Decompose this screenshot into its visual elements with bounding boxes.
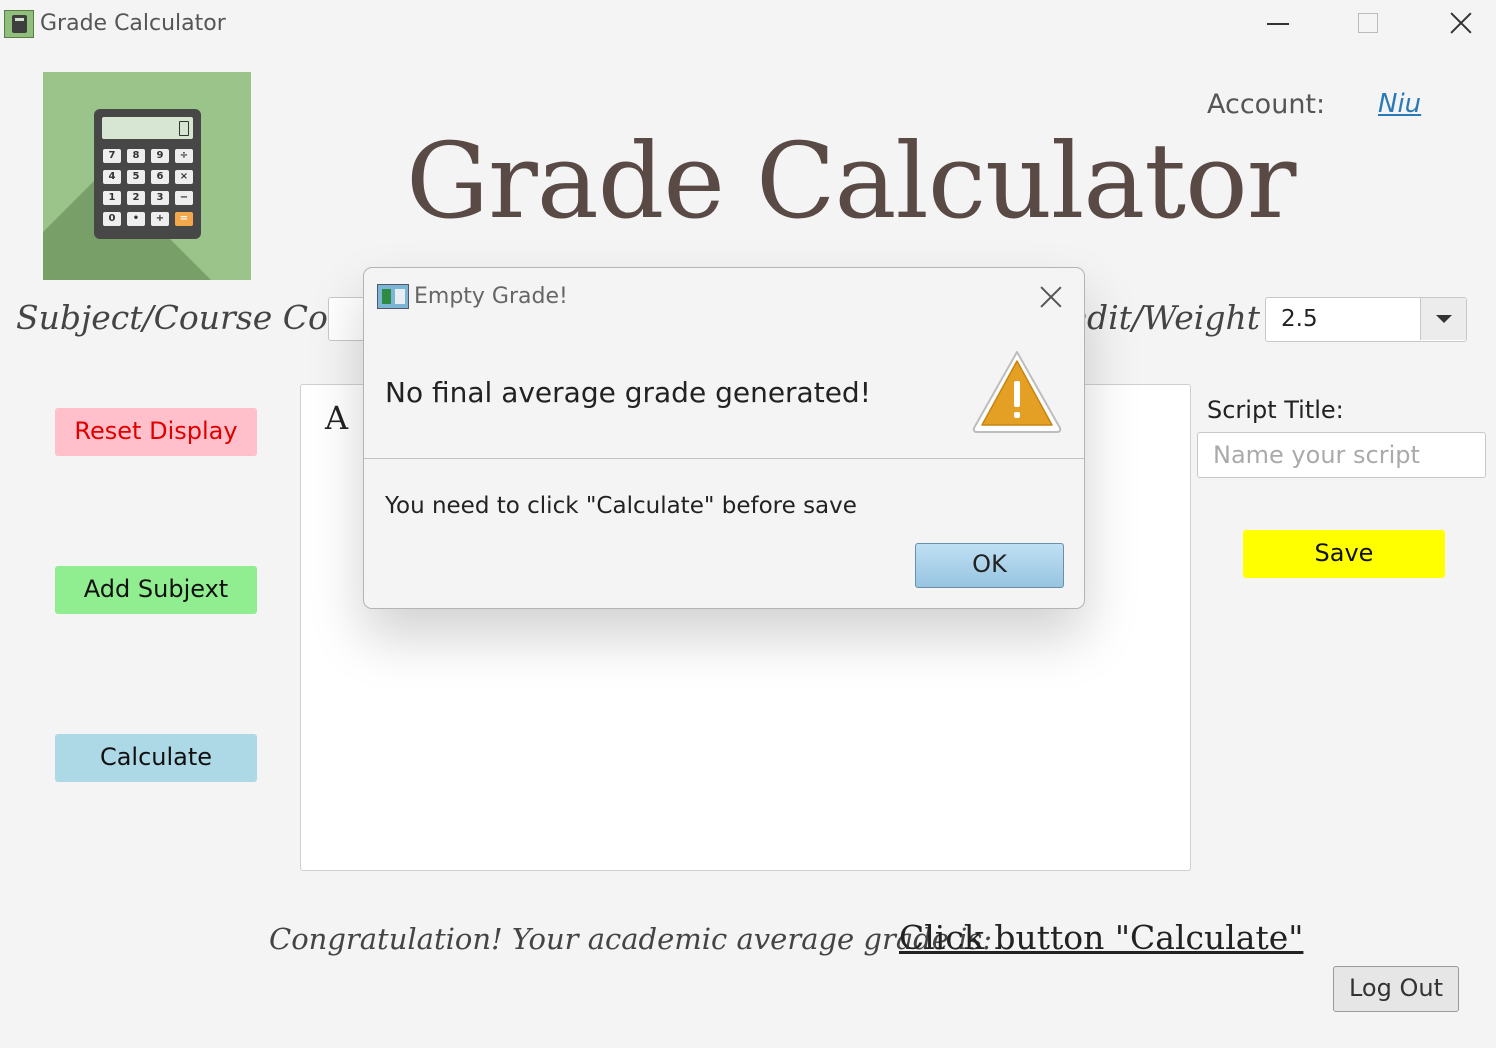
empty-grade-dialog: Empty Grade! No final average grade gene… <box>363 267 1085 609</box>
logout-button[interactable]: Log Out <box>1333 966 1459 1012</box>
window-title: Grade Calculator <box>40 11 226 36</box>
calculator-icon: 7 8 9 ÷ 4 5 6 × 1 2 3 − 0 • + = <box>94 109 201 239</box>
credit-weight-value: 2.5 <box>1281 306 1318 332</box>
congratulation-text: Congratulation! Your academic average gr… <box>269 922 993 956</box>
page-title: Grade Calculator <box>406 120 1296 242</box>
dialog-header-text: No final average grade generated! <box>385 376 871 409</box>
calculator-key: 4 <box>103 170 121 184</box>
calculator-keypad: 7 8 9 ÷ 4 5 6 × 1 2 3 − 0 • + = <box>103 149 193 226</box>
close-window-button[interactable] <box>1448 10 1474 36</box>
calculator-key: ÷ <box>175 149 193 163</box>
script-title-input[interactable] <box>1197 432 1486 478</box>
calculator-key: 2 <box>127 191 145 205</box>
calculator-key: − <box>175 191 193 205</box>
display-text: A <box>325 399 349 437</box>
ok-button[interactable]: OK <box>915 543 1064 588</box>
calculator-app-icon <box>4 10 34 38</box>
calculator-screen <box>102 117 193 139</box>
dialog-header: No final average grade generated! <box>364 326 1084 459</box>
window-titlebar: Grade Calculator <box>0 0 1496 50</box>
calculator-key: 5 <box>127 170 145 184</box>
dialog-message: You need to click "Calculate" before sav… <box>385 493 857 519</box>
calculator-key: 7 <box>103 149 121 163</box>
calculate-button[interactable]: Calculate <box>55 734 257 782</box>
account-label: Account: <box>1207 89 1326 120</box>
calculator-key: 3 <box>151 191 169 205</box>
calculator-key: = <box>175 212 193 226</box>
add-subject-button[interactable]: Add Subjext <box>55 566 257 614</box>
maximize-button[interactable] <box>1358 13 1378 33</box>
script-title-label: Script Title: <box>1207 396 1344 424</box>
subject-code-label: Subject/Course Code: <box>16 298 380 337</box>
average-grade-result: Click button "Calculate" <box>899 918 1304 957</box>
chevron-down-icon[interactable] <box>1420 298 1466 340</box>
calculator-key: + <box>151 212 169 226</box>
credit-weight-select[interactable]: 2.5 <box>1265 297 1467 342</box>
calculator-key: 6 <box>151 170 169 184</box>
account-user-link[interactable]: Niu <box>1378 89 1421 119</box>
warning-icon <box>972 351 1062 433</box>
calculator-key: 9 <box>151 149 169 163</box>
minimize-button[interactable] <box>1267 23 1289 25</box>
calculator-key: × <box>175 170 193 184</box>
reset-display-button[interactable]: Reset Display <box>55 408 257 456</box>
save-button[interactable]: Save <box>1243 530 1445 578</box>
calculator-key: 1 <box>103 191 121 205</box>
dialog-app-icon <box>377 284 409 309</box>
calculator-key: 0 <box>103 212 121 226</box>
calculator-logo: 7 8 9 ÷ 4 5 6 × 1 2 3 − 0 • + = <box>43 72 251 280</box>
dialog-close-button[interactable] <box>1038 284 1064 310</box>
calculator-key: • <box>127 212 145 226</box>
credit-weight-label: Credit/Weight: <box>1070 298 1260 337</box>
dialog-title: Empty Grade! <box>414 284 568 309</box>
calculator-key: 8 <box>127 149 145 163</box>
